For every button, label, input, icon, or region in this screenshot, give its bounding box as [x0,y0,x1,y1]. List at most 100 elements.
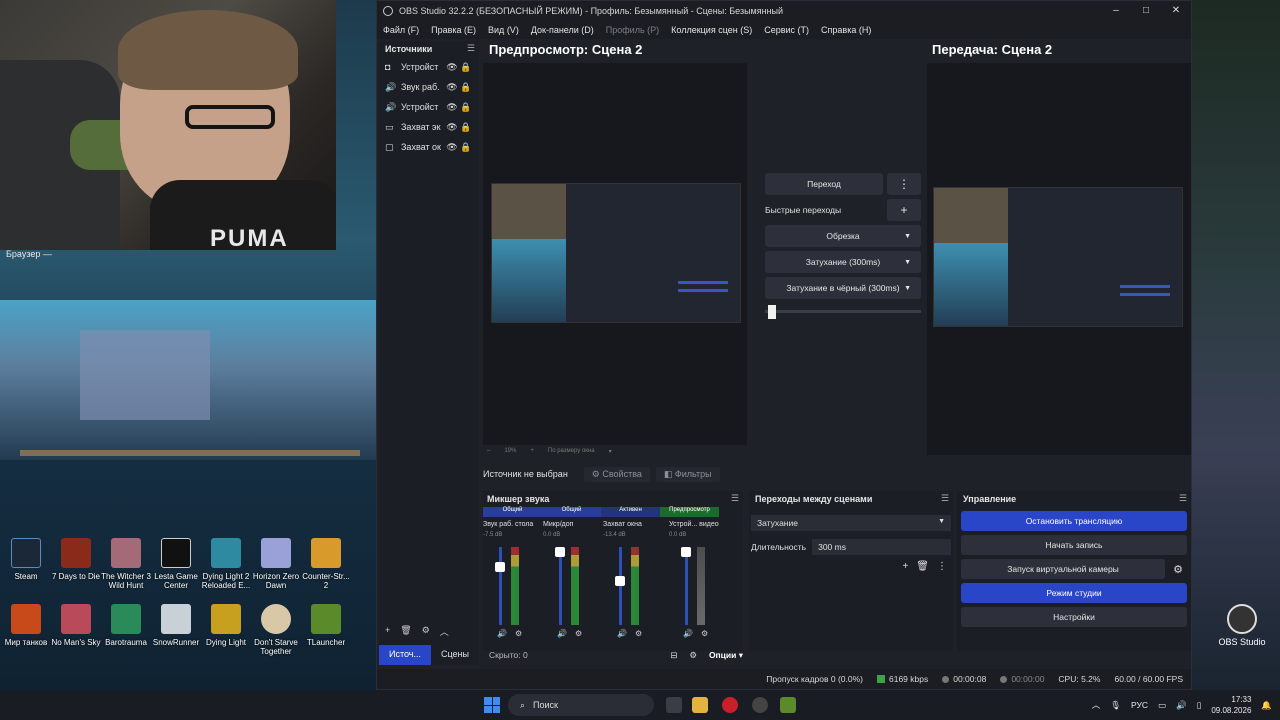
lock-icon[interactable]: 🔒 [459,82,473,93]
channel-controls[interactable]: 🔊⚙ [617,629,650,638]
transition-button[interactable]: Переход [765,173,883,195]
virtual-cam-button[interactable]: Запуск виртуальной камеры [961,559,1165,579]
gear-icon[interactable]: ⚙ [1169,559,1187,579]
menu-file[interactable]: Файл (F) [383,25,419,35]
volume-fader[interactable] [499,547,502,625]
trash-icon[interactable]: 🗑 [916,561,929,572]
eye-icon[interactable]: 👁 [445,62,459,73]
layout-icon[interactable]: ⊟ [670,650,677,661]
menu-edit[interactable]: Правка (E) [431,25,476,35]
more-icon[interactable]: ⋮ [937,561,947,572]
source-item[interactable]: ▢ Захват ок 👁 🔒 [379,137,479,157]
volume-fader[interactable] [685,547,688,625]
zoom-fit[interactable]: По размеру окна [548,448,595,454]
menu-docks[interactable]: Док-панели (D) [531,25,594,35]
duration-input[interactable]: 300 ms [812,539,951,555]
cut-transition-button[interactable]: Обрезка ▼ [765,225,921,247]
volume-fader[interactable] [619,547,622,625]
chevron-up-icon[interactable]: ︿ [1092,699,1101,711]
file-explorer-icon[interactable] [692,697,708,713]
desktop-icon-barotrauma[interactable]: Barotrauma [100,604,152,666]
menu-profile[interactable]: Профиль (P) [606,25,659,35]
preview-canvas[interactable] [483,63,747,445]
dock-menu-icon[interactable]: ☰ [467,43,475,54]
source-item[interactable]: 🔊 Устройст 👁 🔒 [379,97,479,117]
trash-icon[interactable]: 🗑 [400,625,411,641]
desktop-icon-snowrunner[interactable]: SnowRunner [150,604,202,666]
fade-black-transition-button[interactable]: Затухание в чёрный (300ms) ▼ [765,277,921,299]
eye-icon[interactable]: 👁 [445,82,459,93]
tlauncher-taskbar-icon[interactable] [780,697,796,713]
studio-mode-button[interactable]: Режим студии [961,583,1187,603]
fader-knob[interactable] [555,547,565,557]
fader-knob[interactable] [615,575,625,586]
network-icon[interactable]: ▭ [1158,700,1166,711]
opera-icon[interactable] [722,697,738,713]
properties-button[interactable]: ⚙ Свойства [583,466,650,482]
gear-icon[interactable]: ⚙ [689,650,697,661]
fade-transition-button[interactable]: Затухание (300ms) ▼ [765,251,921,273]
source-item[interactable]: ◘ Устройст 👁 🔒 [379,57,479,77]
add-icon[interactable]: + [385,625,390,641]
desktop-icon-dontstarve[interactable]: Don't Starve Together [250,604,302,666]
fader-knob[interactable] [681,547,691,557]
more-icon[interactable]: ⋮ [887,173,921,195]
desktop-icon-7days[interactable]: 7 Days to Die [50,538,102,600]
microphone-icon[interactable]: 🎙 [1110,700,1121,711]
volume-icon[interactable]: 🔊 [1176,700,1187,711]
dock-menu-icon[interactable]: ☰ [941,493,949,504]
stop-stream-button[interactable]: Остановить трансляцию [961,511,1187,531]
transition-slider[interactable] [765,305,921,319]
tab-scenes[interactable]: Сцены [431,645,479,665]
desktop-icon-obs[interactable]: OBS Studio [1212,604,1272,647]
eye-icon[interactable]: 👁 [445,122,459,133]
desktop-icon-dyinglight[interactable]: Dying Light [200,604,252,666]
channel-controls[interactable]: 🔊⚙ [683,629,716,638]
desktop-icon-tanks[interactable]: Мир танков [0,604,52,666]
desktop-icon-tlauncher[interactable]: TLauncher [300,604,352,666]
slider-handle[interactable] [767,305,776,319]
source-item[interactable]: 🔊 Звук раб. 👁 🔒 [379,77,479,97]
desktop-icon-horizon[interactable]: Horizon Zero Dawn [250,538,302,600]
desktop-icon-lesta[interactable]: Lesta Game Center [150,538,202,600]
taskbar-search[interactable]: ⌕ Поиск [508,694,654,716]
language-indicator[interactable]: РУС [1131,700,1148,710]
minimize-icon[interactable]: – [1101,1,1131,21]
desktop-icon-nomanssky[interactable]: No Man's Sky [50,604,102,666]
desktop-icon-witcher[interactable]: The Witcher 3 Wild Hunt [100,538,152,600]
desktop-icon-dyinglight2[interactable]: Dying Light 2 Reloaded E... [200,538,252,600]
fader-knob[interactable] [495,561,505,572]
dock-menu-icon[interactable]: ☰ [731,493,739,504]
windows-start-icon[interactable] [484,697,500,713]
volume-fader[interactable] [559,547,562,625]
maximize-icon[interactable]: □ [1131,1,1161,21]
task-view-icon[interactable] [666,697,682,713]
eye-icon[interactable]: 👁 [445,102,459,113]
desktop-icon-steam[interactable]: Steam [0,538,52,600]
transition-select[interactable]: Затухание ▼ [751,515,951,531]
gear-icon[interactable]: ⚙ [422,625,430,641]
settings-button[interactable]: Настройки [961,607,1187,627]
menu-view[interactable]: Вид (V) [488,25,519,35]
chevron-up-icon[interactable]: ︿ [440,625,449,641]
lock-icon[interactable]: 🔒 [459,142,473,153]
start-record-button[interactable]: Начать запись [961,535,1187,555]
obs-taskbar-icon[interactable] [752,697,768,713]
menu-help[interactable]: Справка (H) [821,25,871,35]
dock-menu-icon[interactable]: ☰ [1179,493,1187,504]
menu-tools[interactable]: Сервис (T) [764,25,809,35]
close-icon[interactable]: ✕ [1161,1,1191,21]
channel-controls[interactable]: 🔊⚙ [557,629,590,638]
battery-icon[interactable]: ▯ [1197,700,1202,711]
channel-controls[interactable]: 🔊⚙ [497,629,530,638]
eye-icon[interactable]: 👁 [445,142,459,153]
desktop-icon-cs2[interactable]: Counter-Str... 2 [300,538,352,600]
zoom-in-icon[interactable]: + [530,448,534,454]
source-item[interactable]: ▭ Захват эк 👁 🔒 [379,117,479,137]
add-icon[interactable]: + [902,561,908,572]
lock-icon[interactable]: 🔒 [459,62,473,73]
lock-icon[interactable]: 🔒 [459,102,473,113]
chevron-down-icon[interactable]: ▾ [609,448,612,455]
menu-scene-collection[interactable]: Коллекция сцен (S) [671,25,752,35]
zoom-out-icon[interactable]: – [487,448,490,454]
